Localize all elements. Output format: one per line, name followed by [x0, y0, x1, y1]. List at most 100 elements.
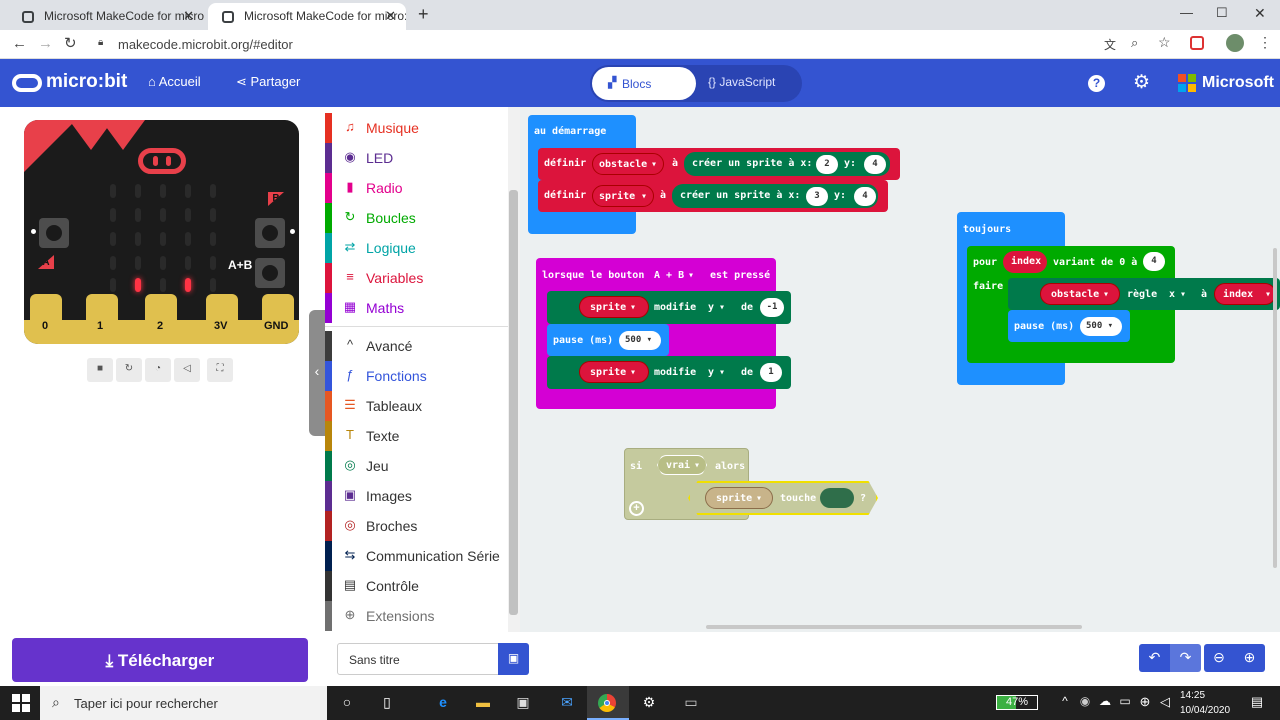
y-value[interactable]: 4: [864, 155, 886, 174]
home-button[interactable]: ⌂ Accueil: [148, 74, 201, 89]
reload-icon[interactable]: ↻: [64, 34, 77, 52]
axis-dropdown[interactable]: y: [708, 302, 714, 313]
toolbox-item-communication-série[interactable]: ⇆ Communication Série: [325, 541, 508, 571]
index-var-dropdown[interactable]: index ▾: [1214, 283, 1276, 305]
mail-icon[interactable]: ✉: [556, 694, 578, 712]
notifications-icon[interactable]: ▤: [1246, 694, 1268, 712]
restart-icon[interactable]: ↻: [116, 358, 142, 382]
led[interactable]: [185, 208, 191, 222]
slowmo-icon[interactable]: ◔: [145, 358, 171, 382]
store-icon[interactable]: ▣: [512, 694, 534, 712]
led[interactable]: [160, 208, 166, 222]
led[interactable]: [210, 278, 216, 292]
translate-icon[interactable]: 文: [1104, 36, 1116, 53]
save-button[interactable]: ▣: [498, 643, 529, 675]
close-tab-icon[interactable]: ✕: [385, 8, 396, 24]
led[interactable]: [135, 184, 141, 198]
led[interactable]: [135, 232, 141, 246]
profile-avatar[interactable]: [1226, 34, 1244, 52]
change-sprite-y-block[interactable]: sprite ▾ modifie y ▾ de -1: [547, 291, 791, 324]
led[interactable]: [160, 184, 166, 198]
undo-button[interactable]: ↶: [1139, 644, 1170, 672]
range-end-value[interactable]: 4: [1143, 252, 1165, 271]
button-dropdown[interactable]: A + B: [654, 270, 684, 281]
battery-indicator[interactable]: 47%: [996, 695, 1038, 710]
back-icon[interactable]: ←: [12, 35, 27, 52]
pause-block[interactable]: pause (ms) 500 ▾: [547, 324, 669, 356]
menu-dots-icon[interactable]: ⋮: [1258, 34, 1272, 51]
minimize-icon[interactable]: —: [1180, 5, 1193, 20]
pause-value-dropdown[interactable]: 500 ▾: [619, 331, 661, 350]
toolbox-item-variables[interactable]: ≡ Variables: [325, 263, 508, 293]
toolbox-item-led[interactable]: ◉ LED: [325, 143, 508, 173]
value-field[interactable]: 1: [760, 363, 782, 382]
change-sprite-y-block[interactable]: sprite ▾ modifie y ▾ de 1: [547, 356, 791, 389]
led[interactable]: [110, 256, 116, 270]
cloud-icon[interactable]: ☁: [1094, 694, 1116, 712]
led[interactable]: [210, 232, 216, 246]
value-field[interactable]: -1: [760, 298, 784, 317]
close-window-icon[interactable]: ✕: [1254, 5, 1266, 22]
project-name-input[interactable]: Sans titre: [337, 643, 499, 675]
blocks-tab[interactable]: ▞ Blocs: [592, 67, 696, 100]
zoom-out-button[interactable]: ⊖: [1204, 644, 1234, 672]
set-obstacle-x-block[interactable]: obstacle ▾ règle x ▾ à index ▾: [1008, 278, 1280, 310]
forward-icon[interactable]: →: [38, 35, 53, 52]
fullscreen-icon[interactable]: ⛶: [207, 358, 233, 382]
task-view-icon[interactable]: ▯: [376, 694, 398, 712]
led[interactable]: [210, 184, 216, 198]
led-lit[interactable]: [135, 278, 141, 292]
toolbox-item-logique[interactable]: ⇄ Logique: [325, 233, 508, 263]
toolbox-item-jeu[interactable]: ◎ Jeu: [325, 451, 508, 481]
led[interactable]: [210, 256, 216, 270]
led[interactable]: [110, 208, 116, 222]
stop-icon[interactable]: ■: [87, 358, 113, 382]
led[interactable]: [185, 232, 191, 246]
empty-sprite-slot[interactable]: [820, 488, 854, 508]
tray-app-icon[interactable]: ◉: [1074, 694, 1096, 712]
led[interactable]: [185, 184, 191, 198]
javascript-tab[interactable]: {} JavaScript: [708, 75, 775, 89]
var-dropdown[interactable]: sprite ▾: [592, 185, 654, 207]
clock-time[interactable]: 14:25: [1180, 690, 1205, 701]
toolbox-item-avancé[interactable]: ^ Avancé: [325, 331, 508, 361]
help-icon[interactable]: ?: [1088, 75, 1105, 92]
toolbox-item-fonctions[interactable]: ƒ Fonctions: [325, 361, 508, 391]
redo-button[interactable]: ↷: [1170, 644, 1201, 672]
browser-tab[interactable]: Microsoft MakeCode for micro:bi ✕: [8, 3, 204, 30]
app-taskbar-icon[interactable]: ▭: [680, 694, 702, 712]
sprite-var-dropdown[interactable]: sprite ▾: [579, 361, 649, 383]
url-field[interactable]: makecode.microbit.org/#editor: [118, 37, 293, 52]
download-button[interactable]: ⤓ Télécharger: [12, 638, 308, 682]
button-a[interactable]: [39, 218, 69, 248]
clock-date[interactable]: 10/04/2020: [1180, 705, 1230, 716]
set-sprite-block[interactable]: définir sprite ▾ à créer un sprite à x: …: [538, 180, 888, 212]
bookmark-star-icon[interactable]: ☆: [1158, 34, 1171, 51]
share-button[interactable]: ⋖ Partager: [236, 74, 300, 90]
toolbox-item-maths[interactable]: ▦ Maths: [325, 293, 508, 323]
sound-icon[interactable]: ◁: [174, 358, 200, 382]
battery-icon[interactable]: ▭: [1114, 694, 1136, 712]
sprite-var-dropdown[interactable]: sprite ▾: [579, 296, 649, 318]
led[interactable]: [185, 256, 191, 270]
settings-gear-icon[interactable]: ⚙: [1133, 71, 1150, 94]
x-value[interactable]: 2: [816, 155, 838, 174]
led[interactable]: [135, 208, 141, 222]
new-tab-icon[interactable]: +: [418, 4, 429, 25]
create-sprite-block[interactable]: créer un sprite à x: 3 y: 4: [672, 184, 878, 208]
browser-tab-active[interactable]: Microsoft MakeCode for micro:bi ✕: [208, 3, 406, 30]
y-value[interactable]: 4: [854, 187, 876, 206]
toolbox-item-radio[interactable]: ▮ Radio: [325, 173, 508, 203]
volume-icon[interactable]: ◁: [1154, 694, 1176, 712]
settings-taskbar-icon[interactable]: ⚙: [638, 694, 660, 712]
led[interactable]: [210, 208, 216, 222]
taskbar-search[interactable]: ⌕ Taper ici pour rechercher: [40, 686, 327, 720]
workspace-h-scrollbar[interactable]: [706, 625, 1082, 629]
toolbox-scroll-thumb[interactable]: [509, 190, 518, 615]
extension-icon[interactable]: [1190, 36, 1204, 50]
zoom-in-button[interactable]: ⊕: [1234, 644, 1265, 672]
led[interactable]: [110, 232, 116, 246]
button-ab[interactable]: [255, 258, 285, 288]
led[interactable]: [160, 256, 166, 270]
condition-dropdown[interactable]: vrai ▾: [657, 455, 707, 475]
